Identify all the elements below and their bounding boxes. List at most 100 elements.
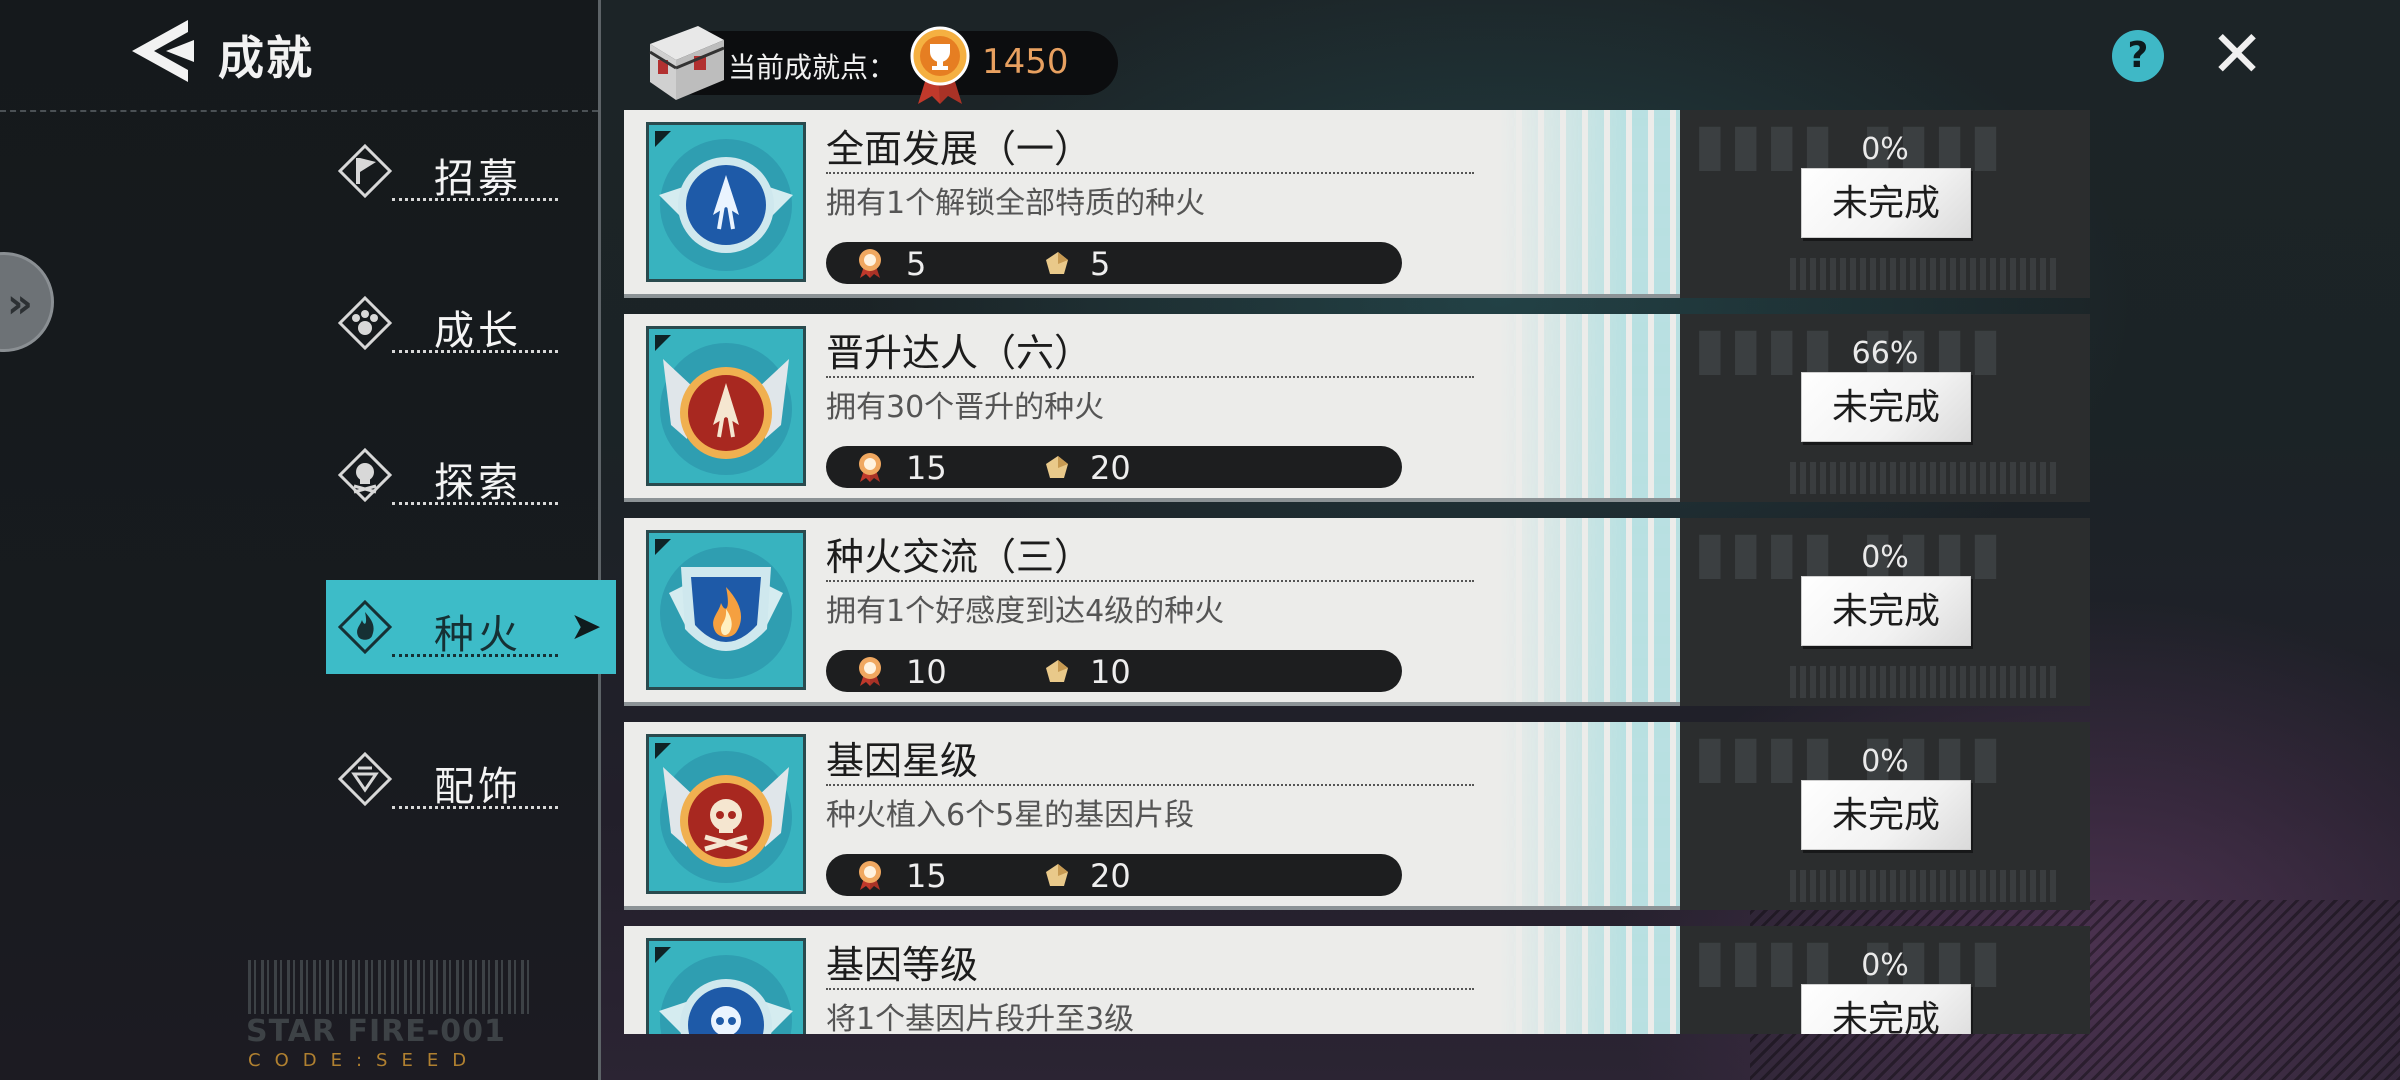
- help-button[interactable]: ?: [2112, 30, 2164, 82]
- progress-percent: 0%: [1861, 744, 1909, 779]
- achievement-description: 拥有1个好感度到达4级的种火: [826, 594, 1225, 629]
- progress-percent: 66%: [1851, 336, 1919, 371]
- nav-item-recruit[interactable]: 招募: [326, 124, 616, 218]
- reward-bar: 15 20: [826, 446, 1402, 488]
- back-arrow-icon: [132, 20, 194, 82]
- nav-item-seedfire[interactable]: 种火 ➤: [326, 580, 616, 674]
- nav-underline: [392, 502, 558, 505]
- trophy-medal-icon: [910, 26, 970, 104]
- achievement-title: 全面发展（一）: [826, 127, 1093, 171]
- achievement-title: 基因等级: [826, 943, 979, 987]
- nav-item-explore[interactable]: 探索: [326, 428, 616, 522]
- header-divider: [0, 110, 598, 112]
- close-icon: ✕: [2210, 18, 2264, 92]
- medal-icon: [859, 657, 881, 686]
- close-button[interactable]: ✕: [2206, 23, 2268, 87]
- achievement-card: ▮▮▮▮ ▮▮▮▮ 晋升达人（六） 拥有30个晋升的种火 15 20 66% 未…: [624, 314, 2090, 502]
- crystal-icon: [1046, 252, 1068, 274]
- status-stripe: [1790, 666, 2060, 698]
- achievement-list[interactable]: ▮▮▮▮ ▮▮▮▮ 全面发展（一） 拥有1个解锁全部特质的种火 5 5 0% 未…: [624, 110, 2090, 1034]
- blue-skull-emblem-icon: [659, 955, 793, 1034]
- achievement-badge: [646, 530, 806, 690]
- achievement-title: 基因星级: [826, 739, 979, 783]
- achievement-title: 晋升达人（六）: [826, 331, 1093, 375]
- reward-crystal-value: 10: [1090, 653, 1131, 691]
- status-button[interactable]: 未完成: [1801, 372, 1971, 442]
- progress-percent: 0%: [1861, 948, 1909, 983]
- medal-icon: [859, 249, 881, 278]
- red-winged-emblem-icon: [660, 343, 792, 475]
- achievement-card: ▮▮▮▮ ▮▮▮▮ 种火交流（三） 拥有1个好感度到达4级的种火 10 10 0…: [624, 518, 2090, 706]
- nav-label: 探索: [434, 460, 522, 506]
- achievement-description: 拥有30个晋升的种火: [826, 390, 1105, 425]
- title-underline: [826, 988, 1474, 990]
- flag-icon: [338, 144, 392, 198]
- title-underline: [826, 172, 1474, 174]
- status-button[interactable]: 未完成: [1801, 780, 1971, 850]
- medal-icon: [859, 861, 881, 890]
- nav-underline: [392, 806, 558, 809]
- reward-bar: 5 5: [826, 242, 1402, 284]
- status-stripe: [1790, 462, 2060, 494]
- title-underline: [826, 580, 1474, 582]
- brand-line-2: CODE:SEED: [248, 1050, 481, 1071]
- status-button[interactable]: 未完成: [1801, 168, 1971, 238]
- page-title: 成就: [218, 31, 314, 85]
- points-value: 1450: [982, 42, 1069, 82]
- achievement-description: 种火植入6个5星的基因片段: [826, 798, 1195, 833]
- nav-underline: [392, 654, 558, 657]
- nav-underline: [392, 350, 558, 353]
- nav-label: 配饰: [434, 764, 522, 810]
- diamond-icon: [338, 752, 392, 806]
- achievement-card: ▮▮▮▮ ▮▮▮▮ 基因等级 将1个基因片段升至3级 0% 未完成: [624, 926, 2090, 1034]
- progress-percent: 0%: [1861, 540, 1909, 575]
- crystal-icon: [1046, 864, 1068, 886]
- blue-flame-shield-emblem-icon: [660, 547, 792, 679]
- medal-icon: [859, 453, 881, 482]
- achievement-card: ▮▮▮▮ ▮▮▮▮ 全面发展（一） 拥有1个解锁全部特质的种火 5 5 0% 未…: [624, 110, 2090, 298]
- title-underline: [826, 784, 1474, 786]
- nav-item-growth[interactable]: 成长: [326, 276, 616, 370]
- nav-item-accessory[interactable]: 配饰: [326, 732, 616, 826]
- brand-line-1: STAR FIRE-001: [246, 1014, 506, 1049]
- points-label: 当前成就点：: [728, 51, 897, 84]
- chest-icon: [649, 26, 725, 100]
- double-chevron-icon: »: [7, 281, 33, 327]
- achievement-description: 拥有1个解锁全部特质的种火: [826, 186, 1206, 221]
- title-underline: [826, 376, 1474, 378]
- flame-icon: [338, 600, 392, 654]
- barcode-decoration: [248, 960, 534, 1014]
- blue-crest-emblem-icon: [659, 139, 793, 271]
- reward-bar: 10 10: [826, 650, 1402, 692]
- achievement-title: 种火交流（三）: [826, 535, 1093, 579]
- crystal-icon: [1046, 660, 1068, 682]
- red-skull-emblem-icon: [660, 751, 792, 883]
- skull-icon: [338, 448, 392, 502]
- reward-points-value: 10: [906, 653, 947, 691]
- achievement-badge: [646, 326, 806, 486]
- achievement-badge: [646, 938, 806, 1034]
- reward-bar: 15 20: [826, 854, 1402, 896]
- nav-label: 招募: [434, 156, 522, 202]
- achievement-card: ▮▮▮▮ ▮▮▮▮ 基因星级 种火植入6个5星的基因片段 15 20 0% 未完…: [624, 722, 2090, 910]
- reward-points-value: 5: [906, 245, 927, 283]
- reward-crystal-value: 20: [1090, 857, 1131, 895]
- reward-crystal-value: 5: [1090, 245, 1111, 283]
- achievement-badge: [646, 122, 806, 282]
- progress-percent: 0%: [1861, 132, 1909, 167]
- status-button[interactable]: 未完成: [1801, 576, 1971, 646]
- nav-label: 种火: [434, 612, 522, 658]
- status-stripe: [1790, 870, 2060, 902]
- reward-points-value: 15: [906, 449, 947, 487]
- achievement-badge: [646, 734, 806, 894]
- reward-points-value: 15: [906, 857, 947, 895]
- achievement-description: 将1个基因片段升至3级: [826, 1002, 1135, 1034]
- status-button[interactable]: 未完成: [1801, 984, 1971, 1034]
- selected-arrow-icon: ➤: [570, 604, 602, 648]
- nav-underline: [392, 198, 558, 201]
- status-stripe: [1790, 258, 2060, 290]
- reward-crystal-value: 20: [1090, 449, 1131, 487]
- question-icon: ?: [2127, 35, 2149, 76]
- back-button[interactable]: [128, 18, 198, 84]
- paw-icon: [338, 296, 392, 350]
